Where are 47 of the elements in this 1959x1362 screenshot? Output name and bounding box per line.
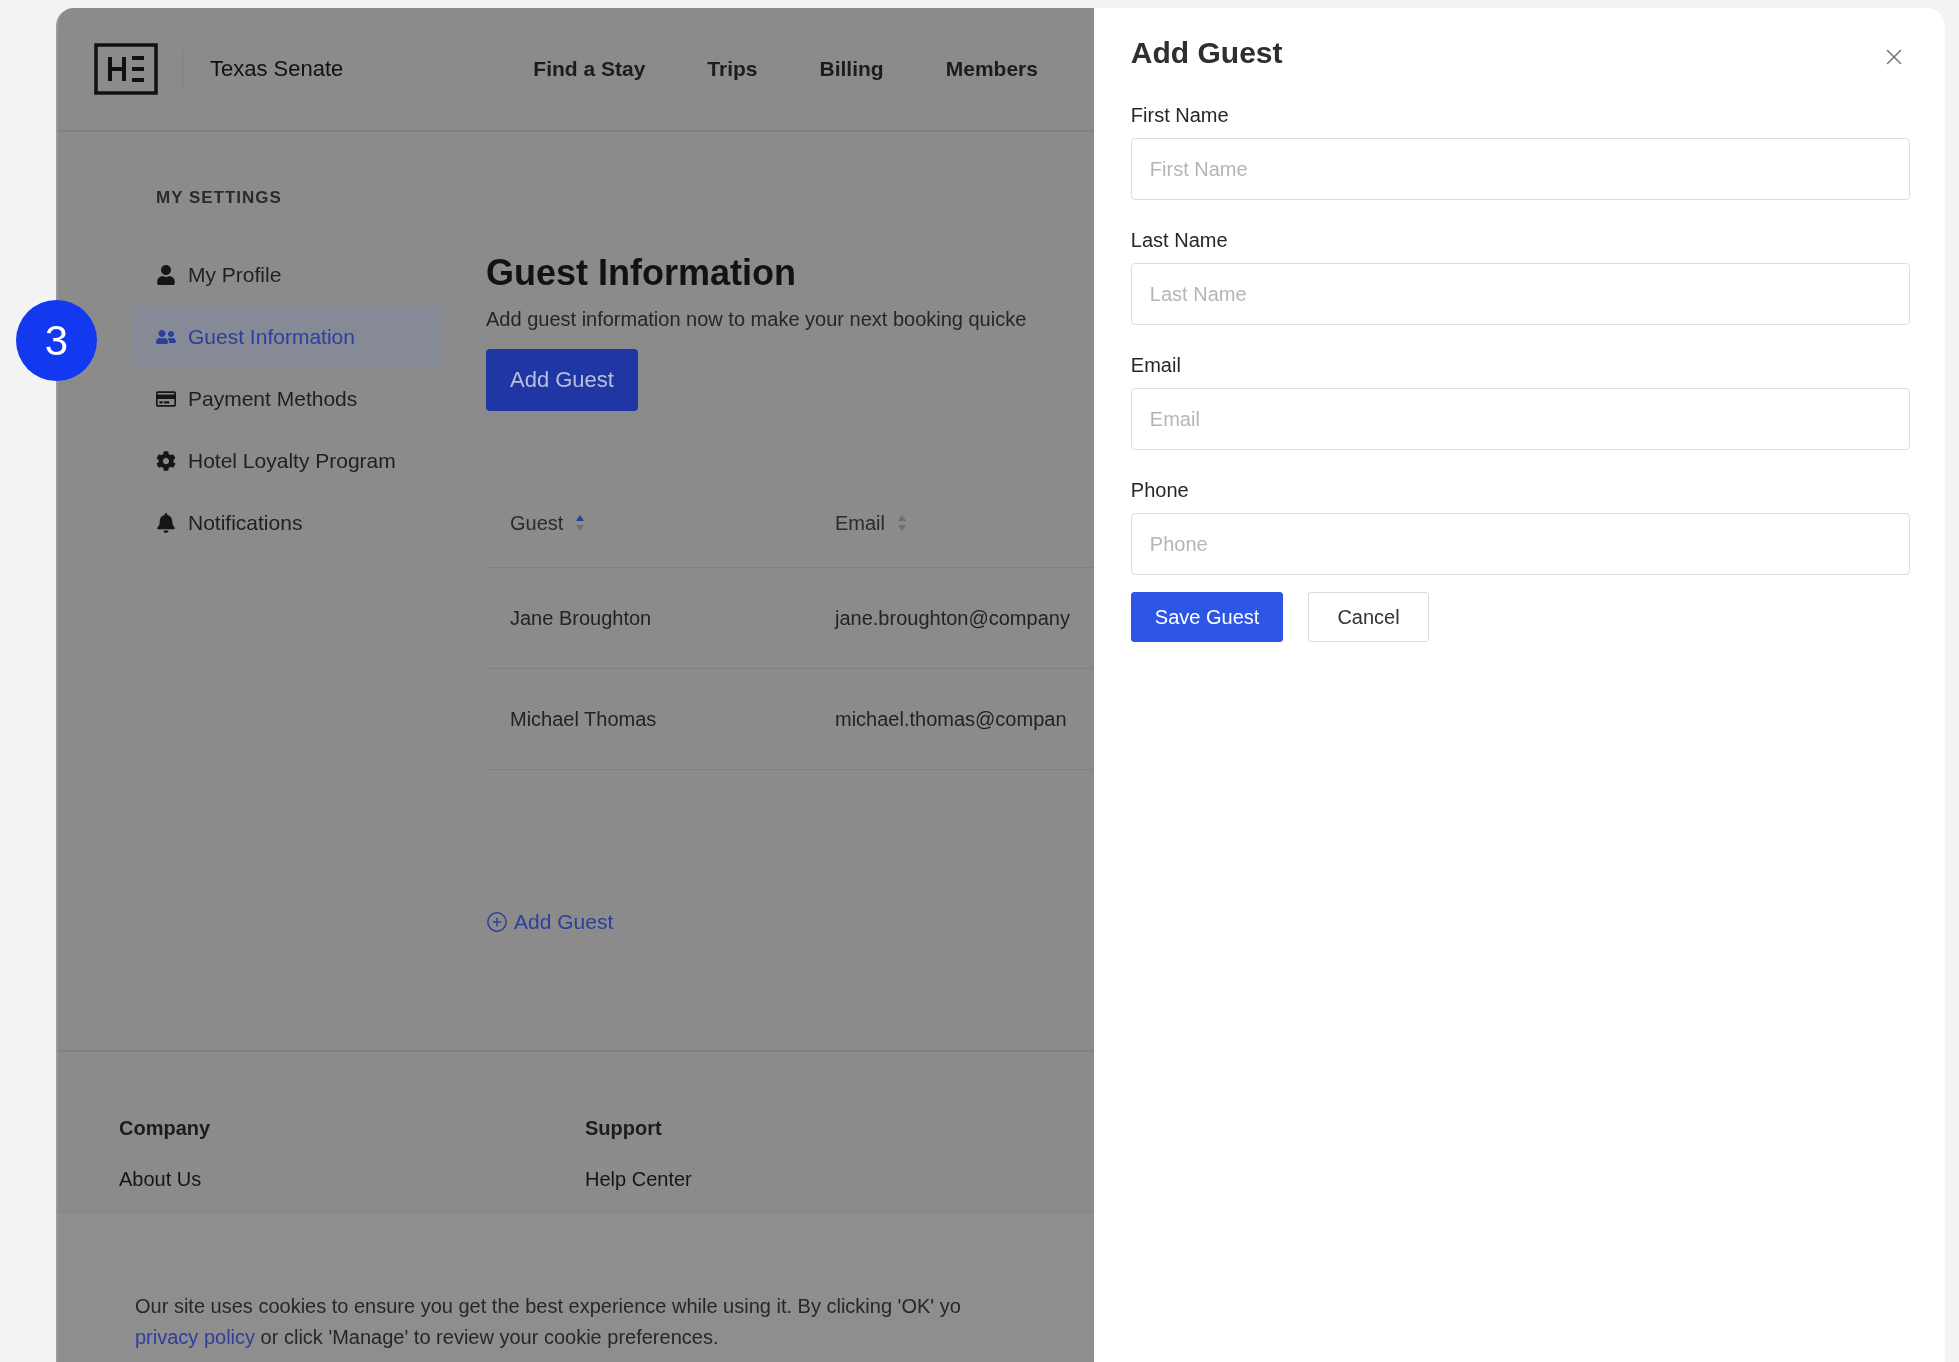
nav-link[interactable]: Members xyxy=(945,57,1038,81)
footer-heading: Company xyxy=(119,1116,212,1141)
cookie-notice: Our site uses cookies to ensure you get the best experience while using it. By clicking 'OK' yo privacy policy or click 'Manage' to review your cookie preferences. xyxy=(135,1294,962,1350)
footer-link[interactable]: Help Center xyxy=(585,1158,1051,1200)
gear-icon xyxy=(156,451,176,471)
footer-heading: Support xyxy=(585,1116,663,1141)
text-field[interactable]: Email xyxy=(1130,388,1910,450)
bell-icon xyxy=(156,513,176,533)
save-button[interactable]: Save Guest xyxy=(1130,592,1284,642)
add-guest-button[interactable]: Add Guest xyxy=(486,349,638,411)
brand-name: Texas Senate xyxy=(210,56,344,82)
add-guest-link[interactable]: Add Guest xyxy=(486,910,614,934)
sort-icon[interactable] xyxy=(575,513,586,533)
column-header: Email xyxy=(835,511,885,535)
field-label: First Name xyxy=(1130,103,1230,128)
text-field[interactable]: Phone xyxy=(1130,513,1910,575)
nav-link[interactable]: Find a Stay xyxy=(533,57,646,81)
sidebar-item[interactable]: Guest Information xyxy=(132,306,441,368)
sidebar-item[interactable]: Notifications xyxy=(132,492,441,554)
privacy-policy-link[interactable]: privacy policy xyxy=(135,1326,256,1348)
sort-icon[interactable] xyxy=(897,513,907,533)
sidebar-item[interactable]: Payment Methods xyxy=(132,368,441,430)
field-label: Phone xyxy=(1130,478,1190,503)
page-subtitle: Add guest information now to make your next booking quicke xyxy=(486,308,1028,331)
settings-heading: MY SETTINGS xyxy=(155,188,283,208)
logo-icon xyxy=(94,43,158,95)
plus-circle-icon xyxy=(486,911,508,933)
column-header: Guest xyxy=(510,511,564,535)
page-title: Guest Information xyxy=(486,252,797,294)
panel-title: Add Guest xyxy=(1130,36,1283,70)
text-field[interactable]: Last Name xyxy=(1130,263,1910,325)
field-label: Email xyxy=(1130,353,1182,378)
footer-link[interactable]: About Us xyxy=(119,1158,585,1200)
table-cell: michael.thomas@compan xyxy=(835,707,1067,731)
cancel-button[interactable]: Cancel xyxy=(1308,592,1429,642)
table-cell: jane.broughton@company xyxy=(835,606,1070,630)
table-cell: Michael Thomas xyxy=(510,707,657,731)
text-field[interactable]: First Name xyxy=(1130,138,1910,200)
nav-link[interactable]: Trips xyxy=(707,57,758,81)
people-icon xyxy=(156,327,176,347)
nav-link[interactable]: Billing xyxy=(819,57,884,81)
table-cell: Jane Broughton xyxy=(510,606,652,630)
credit-card-icon xyxy=(156,389,176,409)
sidebar-item[interactable]: Hotel Loyalty Program xyxy=(132,430,441,492)
field-label: Last Name xyxy=(1130,228,1229,253)
sidebar-item[interactable]: My Profile xyxy=(132,244,441,306)
person-icon xyxy=(156,265,176,285)
